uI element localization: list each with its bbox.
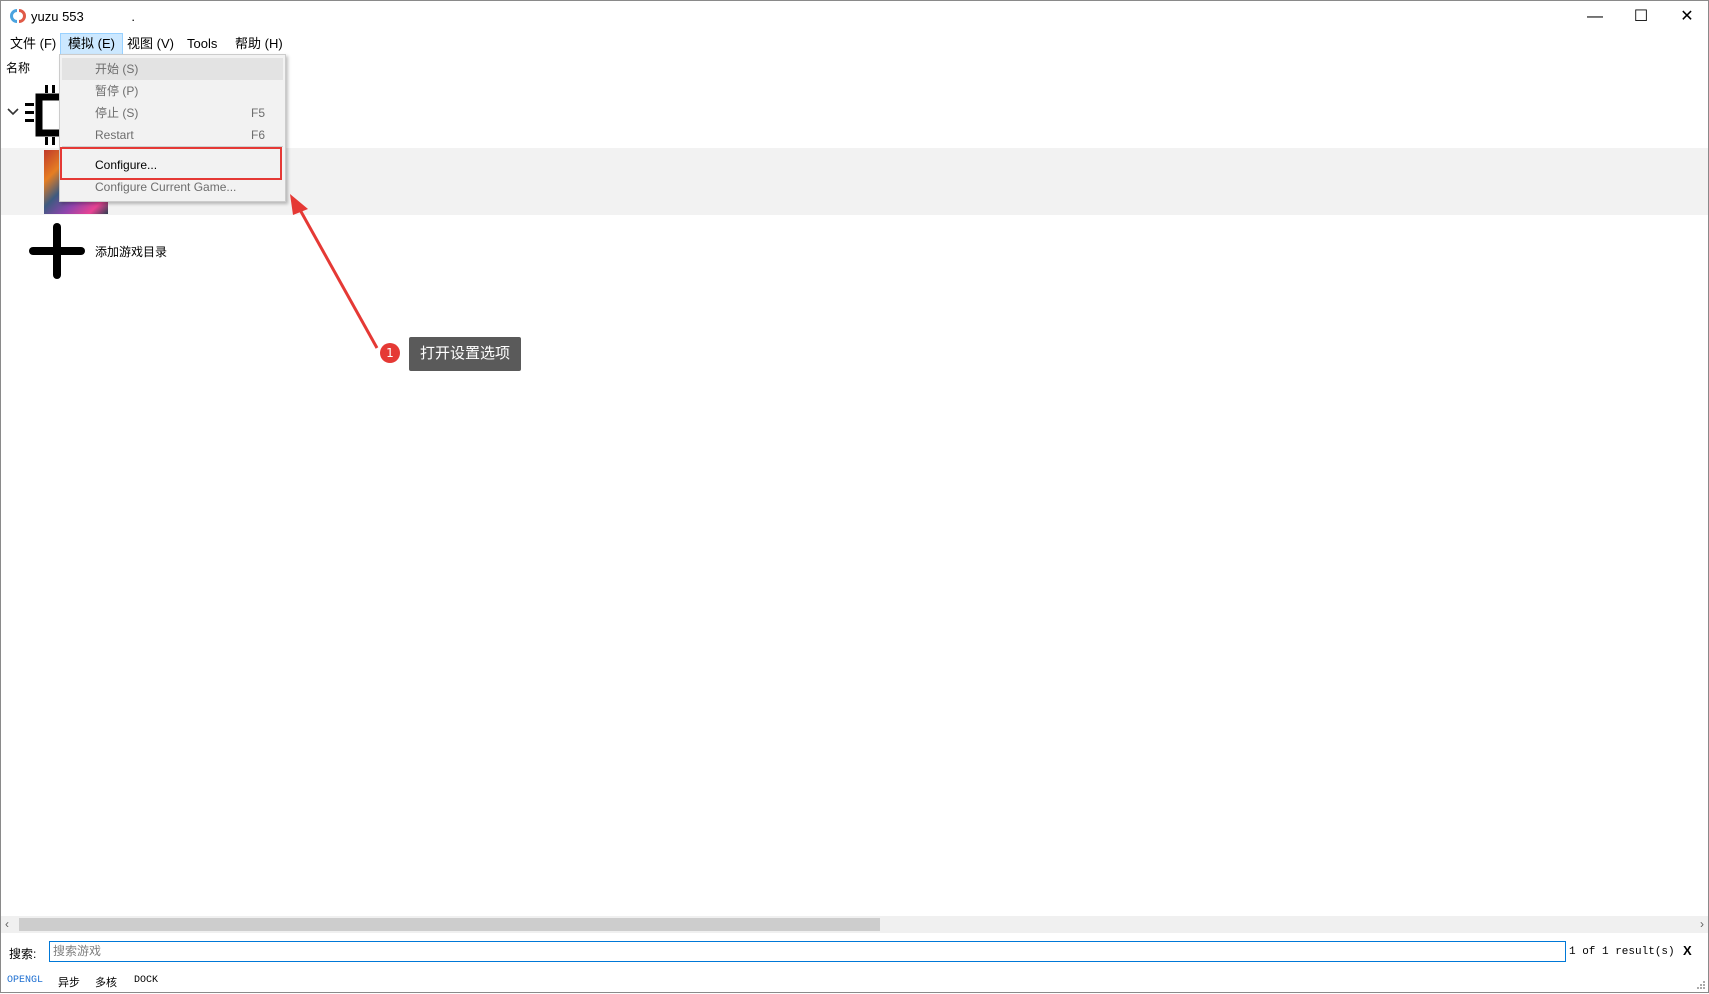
search-bar: 搜索: 1 of 1 result(s) X bbox=[1, 938, 1708, 966]
horizontal-scrollbar[interactable]: ‹ › bbox=[1, 916, 1708, 933]
search-result-count: 1 of 1 result(s) bbox=[1569, 946, 1675, 958]
column-header-name[interactable]: 名称 bbox=[6, 59, 30, 76]
scroll-right-icon[interactable]: › bbox=[1700, 917, 1704, 931]
plus-icon[interactable] bbox=[29, 223, 85, 279]
window-title: yuzu 553 . bbox=[31, 9, 135, 24]
renderer-toggle[interactable]: OPENGL bbox=[7, 975, 43, 986]
add-game-directory-label[interactable]: 添加游戏目录 bbox=[95, 243, 167, 260]
menu-emulation[interactable]: 模拟 (E) bbox=[60, 33, 123, 55]
step-number-badge: 1 bbox=[380, 343, 400, 363]
maximize-icon: ☐ bbox=[1633, 8, 1649, 25]
annotation-tooltip: 打开设置选项 bbox=[409, 337, 522, 371]
multicore-toggle[interactable]: 多核 bbox=[95, 974, 117, 990]
close-button[interactable]: ✕ bbox=[1664, 1, 1709, 32]
menu-file[interactable]: 文件 (F) bbox=[3, 34, 63, 54]
menu-item-stop[interactable]: 停止 (S) F5 bbox=[60, 102, 285, 124]
minimize-button[interactable]: — bbox=[1572, 1, 1618, 32]
status-bar: OPENGL 异步 多核 DOCK bbox=[1, 968, 1708, 992]
menu-tools[interactable]: Tools bbox=[180, 34, 224, 54]
scrollbar-thumb[interactable] bbox=[19, 918, 880, 931]
resize-grip-icon[interactable] bbox=[1696, 980, 1706, 990]
window-title-text: yuzu 553 bbox=[31, 9, 84, 24]
title-bar[interactable]: yuzu 553 . — ☐ ✕ bbox=[1, 1, 1708, 32]
menu-item-restart[interactable]: Restart F6 bbox=[60, 124, 285, 146]
menu-view[interactable]: 视图 (V) bbox=[120, 34, 181, 54]
search-label: 搜索: bbox=[9, 947, 37, 961]
menu-help[interactable]: 帮助 (H) bbox=[228, 34, 290, 54]
yuzu-logo-icon bbox=[10, 9, 26, 23]
menu-bar: 文件 (F) 模拟 (E) 视图 (V) Tools 帮助 (H) bbox=[1, 33, 1708, 55]
search-input[interactable] bbox=[49, 941, 1566, 962]
yuzu-main-window: yuzu 553 . — ☐ ✕ 文件 (F) 模拟 (E) 视图 (V) To… bbox=[0, 0, 1709, 993]
close-icon: ✕ bbox=[1680, 8, 1694, 25]
scroll-left-icon[interactable]: ‹ bbox=[5, 917, 9, 931]
highlight-box bbox=[60, 147, 282, 180]
menu-item-pause[interactable]: 暂停 (P) bbox=[60, 80, 285, 102]
clear-search-icon[interactable]: X bbox=[1683, 943, 1692, 958]
minimize-icon: — bbox=[1587, 8, 1603, 25]
menu-item-start[interactable]: 开始 (S) bbox=[62, 58, 283, 80]
dock-toggle[interactable]: DOCK bbox=[134, 975, 158, 986]
async-toggle[interactable]: 异步 bbox=[58, 974, 80, 990]
window-title-suffix: . bbox=[131, 9, 136, 24]
maximize-button[interactable]: ☐ bbox=[1618, 1, 1664, 32]
chevron-down-icon[interactable] bbox=[6, 105, 20, 119]
